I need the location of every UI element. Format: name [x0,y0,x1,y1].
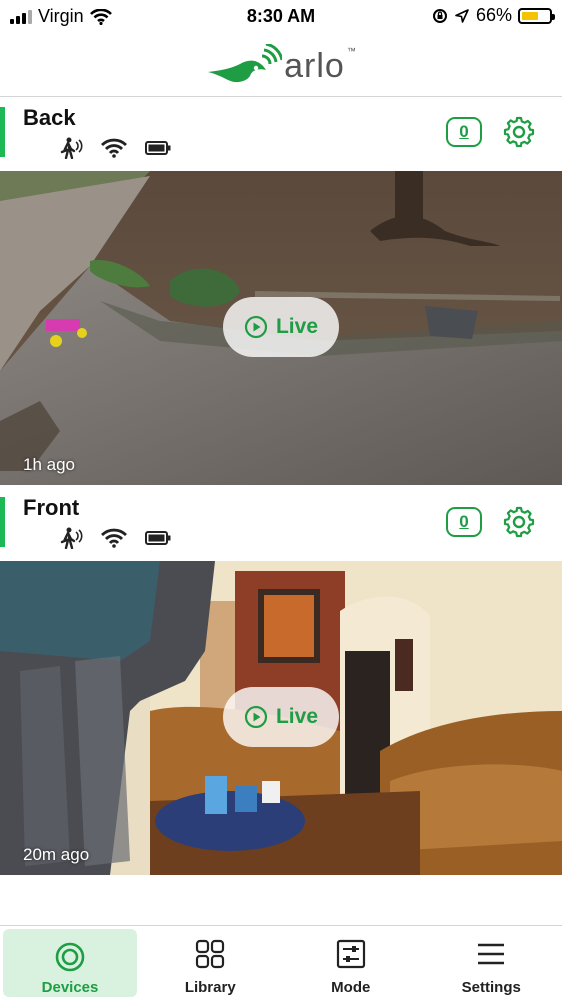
camera-battery-icon [145,141,171,155]
mode-sliders-icon [336,939,365,969]
camera-status-icons [57,137,171,159]
camera-name: Back [23,105,76,130]
location-arrow-icon [455,8,469,23]
tab-label: Library [184,979,236,996]
arlo-bird-icon [208,44,283,83]
devices-icon [55,942,85,972]
motion-detection-icon [60,527,83,549]
camera-card-front: Front 0 Live 20m ago [0,487,562,875]
last-seen-label: 20m ago [23,845,90,864]
live-label: Live [275,315,319,338]
status-right: 66% [432,5,555,26]
logo-trademark: ™ [346,46,356,56]
camera-settings-gear-icon[interactable] [503,116,535,148]
tab-devices[interactable]: Devices [3,929,137,997]
live-label: Live [275,705,319,728]
event-count-button[interactable]: 0 [446,117,482,147]
status-bar: Virgin 8:30 AM 66% [0,0,562,36]
camera-status-accent [0,497,5,547]
tab-label: Settings [461,979,521,996]
orientation-lock-icon [432,8,447,23]
play-icon [244,705,268,729]
camera-header: Front 0 [0,487,562,561]
live-view-button[interactable]: Live [223,297,339,357]
tab-label: Devices [41,979,99,996]
camera-name: Front [23,495,80,520]
bottom-tab-bar: Devices Library Mode Settings [0,925,562,1000]
camera-battery-icon [145,531,171,545]
tab-label: Mode [331,979,371,996]
camera-feed-front[interactable]: Live 20m ago [0,561,562,875]
arlo-logo: arlo ™ [0,36,562,96]
menu-icon [478,943,505,965]
battery-icon [518,7,555,24]
camera-wifi-icon [101,528,127,548]
library-grid-icon [196,939,225,969]
event-count-button[interactable]: 0 [446,507,482,537]
tab-mode[interactable]: Mode [281,926,422,1000]
camera-feed-back[interactable]: Live 1h ago [0,171,562,485]
last-seen-label: 1h ago [23,455,75,474]
live-view-button[interactable]: Live [223,687,339,747]
motion-detection-icon [60,137,83,159]
tab-library[interactable]: Library [140,926,281,1000]
camera-status-accent [0,107,5,157]
logo-wordmark: arlo [284,46,345,85]
camera-header: Back 0 [0,97,562,171]
play-icon [244,315,268,339]
camera-card-back: Back 0 Live 1h ago [0,97,562,485]
camera-status-icons [57,527,171,549]
camera-settings-gear-icon[interactable] [503,506,535,538]
battery-percent: 66% [475,5,512,25]
tab-settings[interactable]: Settings [421,926,562,1000]
camera-wifi-icon [101,138,127,158]
